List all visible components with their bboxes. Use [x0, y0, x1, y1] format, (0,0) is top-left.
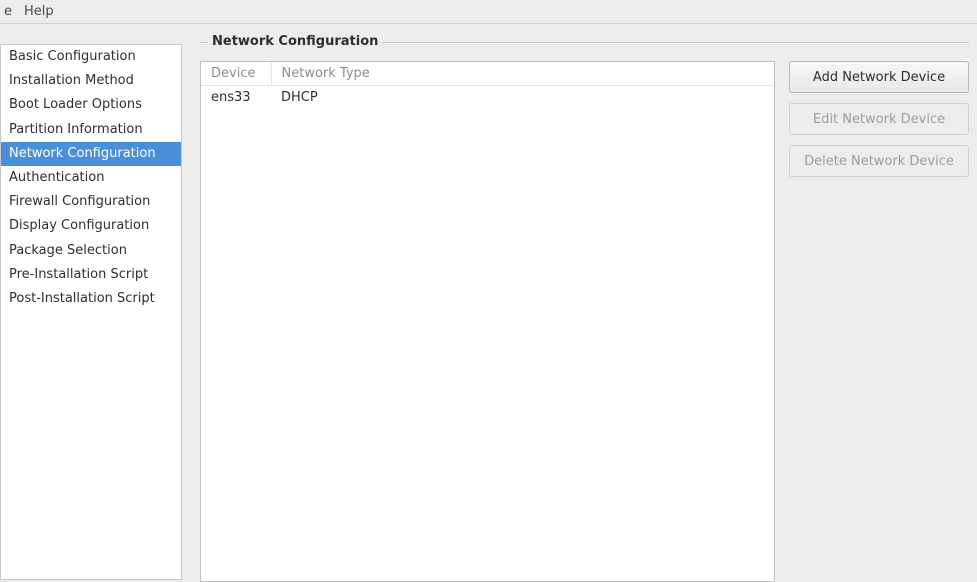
- sidebar-item-network-configuration[interactable]: Network Configuration: [1, 142, 181, 166]
- menubar: e Help: [0, 0, 977, 24]
- sidebar-item-display-configuration[interactable]: Display Configuration: [1, 214, 181, 238]
- sidebar-item-post-installation-script[interactable]: Post-Installation Script: [1, 287, 181, 311]
- panel-title: Network Configuration: [208, 34, 382, 49]
- column-header-device[interactable]: Device: [201, 62, 271, 86]
- sidebar-item-basic-configuration[interactable]: Basic Configuration: [1, 45, 181, 69]
- column-header-network-type[interactable]: Network Type: [271, 62, 774, 86]
- sidebar-item-partition-information[interactable]: Partition Information: [1, 118, 181, 142]
- button-column: Add Network Device Edit Network Device D…: [789, 61, 969, 582]
- sidebar-item-authentication[interactable]: Authentication: [1, 166, 181, 190]
- menu-item-fragment[interactable]: e: [4, 4, 12, 19]
- device-table[interactable]: Device Network Type ens33 DHCP: [200, 61, 775, 582]
- sidebar-item-firewall-configuration[interactable]: Firewall Configuration: [1, 190, 181, 214]
- panel-body: Device Network Type ens33 DHCP Add Netwo…: [200, 42, 969, 582]
- table-row[interactable]: ens33 DHCP: [201, 86, 774, 110]
- sidebar-item-installation-method[interactable]: Installation Method: [1, 69, 181, 93]
- content-panel: Network Configuration Device Network Typ…: [182, 42, 977, 582]
- table-header-row: Device Network Type: [201, 62, 774, 86]
- sidebar: Basic Configuration Installation Method …: [0, 44, 182, 580]
- menu-item-help[interactable]: Help: [24, 4, 54, 19]
- delete-network-device-button[interactable]: Delete Network Device: [789, 145, 969, 177]
- sidebar-item-package-selection[interactable]: Package Selection: [1, 239, 181, 263]
- sidebar-item-pre-installation-script[interactable]: Pre-Installation Script: [1, 263, 181, 287]
- edit-network-device-button[interactable]: Edit Network Device: [789, 103, 969, 135]
- cell-device: ens33: [201, 86, 271, 110]
- main-area: Basic Configuration Installation Method …: [0, 24, 977, 582]
- sidebar-item-boot-loader-options[interactable]: Boot Loader Options: [1, 93, 181, 117]
- add-network-device-button[interactable]: Add Network Device: [789, 61, 969, 93]
- cell-network-type: DHCP: [271, 86, 774, 110]
